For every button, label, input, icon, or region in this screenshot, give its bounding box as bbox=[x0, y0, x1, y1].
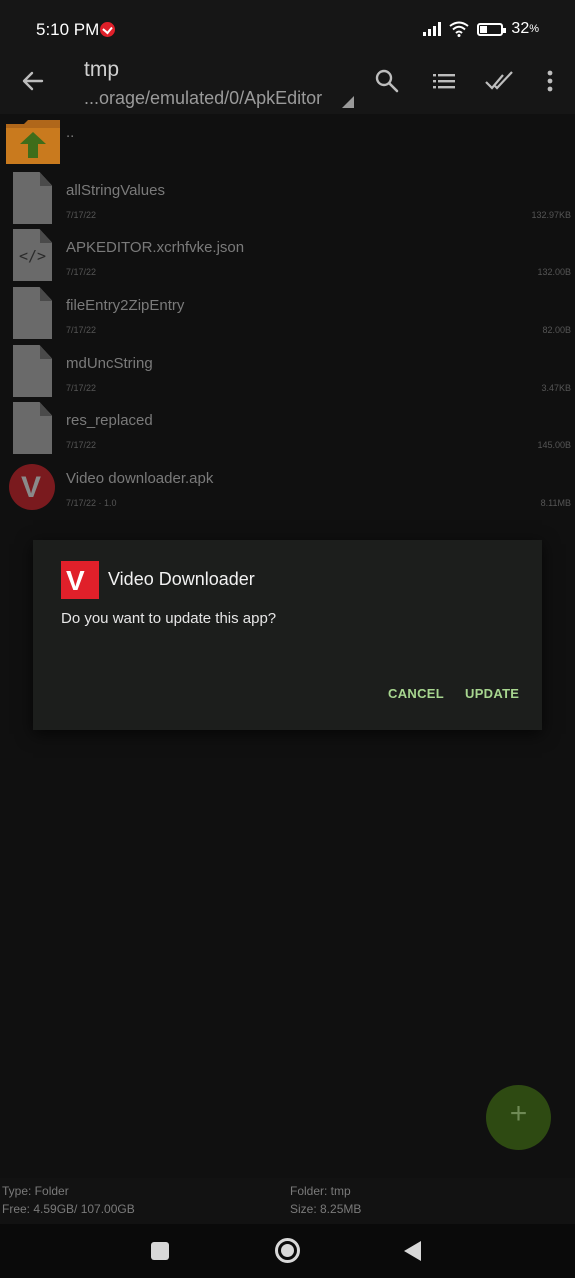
video-downloader-icon: V bbox=[61, 561, 99, 599]
status-indicators: 32% bbox=[423, 20, 539, 38]
folder-path[interactable]: ...orage/emulated/0/ApkEditor bbox=[84, 88, 322, 109]
list-item[interactable]: res_replaced 7/17/22 145.00B bbox=[0, 402, 575, 460]
add-button[interactable]: + bbox=[486, 1085, 551, 1150]
app-icon: V bbox=[9, 464, 55, 510]
update-button[interactable]: UPDATE bbox=[465, 686, 519, 701]
file-name: allStringValues bbox=[66, 182, 165, 199]
code-file-icon: </> bbox=[13, 229, 52, 281]
signal-icon bbox=[423, 22, 442, 36]
percent-sign-icon: % bbox=[529, 23, 539, 35]
file-date: 7/17/22 · 1.0 bbox=[66, 498, 117, 508]
dialog-message: Do you want to update this app? bbox=[61, 610, 277, 627]
footer-folder: Folder: tmp bbox=[290, 1184, 351, 1198]
more-options-icon[interactable] bbox=[535, 66, 565, 96]
file-name: fileEntry2ZipEntry bbox=[66, 297, 185, 314]
app-bar: tmp ...orage/emulated/0/ApkEditor bbox=[0, 58, 575, 114]
home-icon[interactable] bbox=[275, 1238, 300, 1263]
file-date: 7/17/22 bbox=[66, 383, 97, 393]
file-date: 7/17/22 bbox=[66, 325, 97, 335]
cancel-button[interactable]: CANCEL bbox=[388, 686, 444, 701]
status-bar: 5:10 PM 32% bbox=[0, 0, 575, 58]
dialog-icon-letter: V bbox=[66, 565, 85, 596]
file-date: 7/17/22 bbox=[66, 267, 97, 277]
dialog-title: Video Downloader bbox=[108, 569, 255, 589]
update-dialog: V Video Downloader Do you want to update… bbox=[33, 540, 542, 730]
system-nav-bar bbox=[0, 1224, 575, 1278]
file-date: 7/17/22 bbox=[66, 210, 97, 220]
list-item[interactable]: </> APKEDITOR.xcrhfvke.json 7/17/22 132.… bbox=[0, 229, 575, 287]
file-size: 8.11MB bbox=[540, 498, 571, 508]
select-all-icon[interactable] bbox=[484, 66, 514, 96]
search-icon[interactable] bbox=[372, 66, 402, 96]
list-item[interactable]: mdUncString 7/17/22 3.47KB bbox=[0, 345, 575, 403]
file-name: res_replaced bbox=[66, 412, 153, 429]
folder-info-footer: Type: Folder Free: 4.59GB/ 107.00GB Fold… bbox=[0, 1178, 575, 1224]
file-date: 7/17/22 bbox=[66, 440, 97, 450]
footer-size: Size: 8.25MB bbox=[290, 1202, 362, 1216]
back-icon[interactable] bbox=[404, 1241, 421, 1261]
file-name: Video downloader.apk bbox=[66, 470, 214, 487]
code-brackets-icon: </> bbox=[19, 247, 47, 265]
path-dropdown-icon[interactable] bbox=[342, 96, 354, 108]
list-item[interactable]: .. bbox=[0, 114, 575, 172]
back-arrow-icon[interactable] bbox=[18, 66, 48, 96]
file-icon bbox=[13, 172, 52, 224]
plus-icon: + bbox=[509, 1097, 528, 1130]
file-size: 145.00B bbox=[537, 440, 571, 450]
folder-up-icon bbox=[6, 120, 60, 164]
file-name: APKEDITOR.xcrhfvke.json bbox=[66, 239, 245, 256]
folder-title: tmp bbox=[84, 58, 120, 81]
app-letter: V bbox=[21, 471, 42, 504]
file-size: 132.00B bbox=[537, 267, 571, 277]
file-name: mdUncString bbox=[66, 355, 153, 372]
file-size: 132.97KB bbox=[531, 210, 571, 220]
list-item[interactable]: fileEntry2ZipEntry 7/17/22 82.00B bbox=[0, 287, 575, 345]
file-icon bbox=[13, 287, 52, 339]
list-item[interactable]: allStringValues 7/17/22 132.97KB bbox=[0, 172, 575, 230]
file-size: 3.47KB bbox=[541, 383, 571, 393]
file-name: .. bbox=[66, 124, 75, 141]
recents-icon[interactable] bbox=[151, 1242, 169, 1260]
list-item[interactable]: V Video downloader.apk 7/17/22 · 1.0 8.1… bbox=[0, 460, 575, 518]
file-size: 82.00B bbox=[542, 325, 571, 335]
status-time: 5:10 PM bbox=[36, 20, 100, 39]
check-badge-icon bbox=[100, 22, 115, 37]
file-icon bbox=[13, 345, 52, 397]
battery-level: 32 bbox=[511, 20, 530, 37]
footer-type: Type: Folder bbox=[2, 1184, 69, 1198]
battery-icon bbox=[477, 22, 507, 36]
footer-free-space: Free: 4.59GB/ 107.00GB bbox=[2, 1202, 135, 1216]
list-view-icon[interactable] bbox=[430, 66, 460, 96]
file-icon bbox=[13, 402, 52, 454]
wifi-icon bbox=[449, 21, 470, 37]
